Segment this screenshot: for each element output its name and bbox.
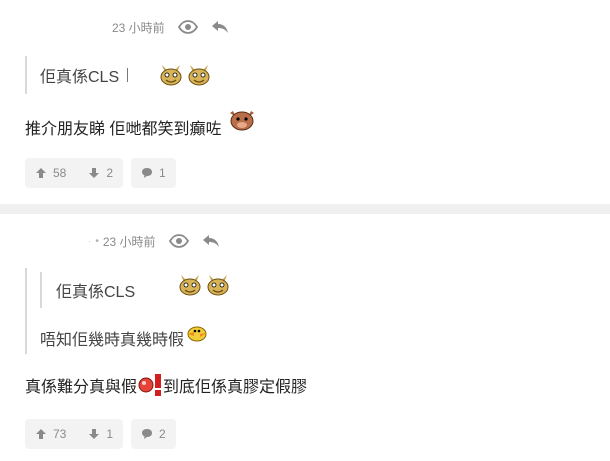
- post-meta: 23 小時前: [112, 16, 231, 38]
- vote-button-group[interactable]: 58 2: [25, 158, 124, 188]
- bird-sticker: [160, 65, 182, 86]
- username-placeholder: ·: [88, 235, 92, 247]
- text-caret: [127, 68, 129, 82]
- post-time: 23 小時前: [102, 234, 156, 249]
- bird-sticker-pair: [177, 273, 231, 297]
- arrow-down-icon[interactable]: [88, 428, 100, 440]
- reply-arrow-icon[interactable]: [200, 230, 222, 252]
- eye-icon[interactable]: [177, 16, 199, 38]
- quote-line: 佢真係CLS: [40, 62, 212, 88]
- post-divider: [0, 204, 610, 214]
- duck-sticker: [186, 324, 208, 347]
- upvote-count: 58: [53, 166, 67, 180]
- arrow-down-icon[interactable]: [88, 167, 100, 179]
- downvote-count: 2: [106, 166, 114, 180]
- red-ball-sticker: [138, 377, 154, 393]
- quote-text: 唔知佢幾時真幾時假: [40, 332, 185, 349]
- meta-separator: •: [95, 235, 99, 247]
- downvote-count: 1: [106, 427, 114, 441]
- post-actions: 73 1 2: [25, 419, 176, 449]
- post-meta: · • 23 小時前: [88, 230, 222, 252]
- reply-count-button[interactable]: 2: [131, 419, 176, 449]
- speech-bubble-icon: [141, 167, 153, 179]
- vote-button-group[interactable]: 73 1: [25, 419, 124, 449]
- upvote-count: 73: [53, 427, 67, 441]
- exclaim-sticker: [155, 374, 162, 396]
- reply-count-button[interactable]: 1: [131, 158, 176, 188]
- reply-arrow-icon[interactable]: [209, 16, 231, 38]
- post-1: 23 小時前 佢真係CLS 推介朋友睇 佢哋都笑到癲咗 58 2 1: [0, 0, 610, 204]
- nested-quote-text: 佢真係CLS: [56, 284, 136, 301]
- arrow-up-icon[interactable]: [35, 167, 47, 179]
- bull-face-sticker: [227, 107, 257, 138]
- reply-count: 2: [159, 427, 166, 441]
- quote-block: [25, 268, 27, 354]
- nested-quote-block: [40, 272, 42, 308]
- post-2: · • 23 小時前 佢真係CLS 唔知佢幾時真幾時假 真係難分真與假 到底佢係…: [0, 214, 610, 461]
- bird-sticker: [179, 275, 201, 296]
- speech-bubble-icon: [141, 428, 153, 440]
- quote-block: [25, 56, 27, 94]
- bird-sticker-pair: [158, 63, 212, 87]
- bird-sticker: [207, 275, 229, 296]
- quote-text: 佢真係CLS: [40, 69, 120, 86]
- post-actions: 58 2 1: [25, 158, 176, 188]
- post-body: 真係難分真與假 到底佢係真膠定假膠: [25, 370, 307, 400]
- reply-count: 1: [159, 166, 166, 180]
- arrow-up-icon[interactable]: [35, 428, 47, 440]
- nested-quote-line: 佢真係CLS: [56, 275, 231, 303]
- post-body-text-after: 到底佢係真膠定假膠: [163, 379, 308, 396]
- post-body: 推介朋友睇 佢哋都笑到癲咗: [25, 110, 257, 140]
- post-time: 23 小時前: [112, 20, 165, 35]
- post-body-text: 推介朋友睇 佢哋都笑到癲咗: [25, 121, 222, 138]
- post-body-text-before: 真係難分真與假: [25, 379, 138, 396]
- bird-sticker: [188, 65, 210, 86]
- eye-icon[interactable]: [168, 230, 190, 252]
- quote-line: 唔知佢幾時真幾時假: [40, 325, 208, 351]
